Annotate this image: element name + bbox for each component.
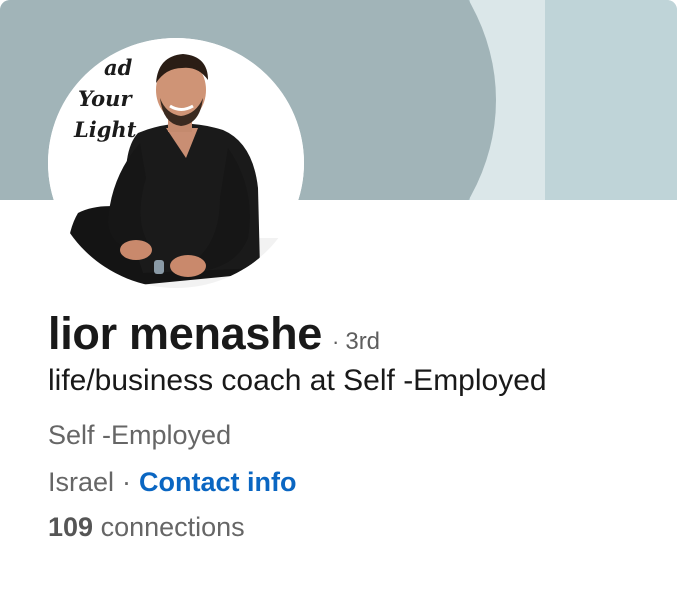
profile-location: Israel <box>48 467 115 497</box>
photo-caption: ad Your Light <box>74 52 136 145</box>
profile-card: ad Your Light lior menashe · 3rd life/bu… <box>0 0 677 589</box>
degree-separator: · <box>332 329 340 354</box>
location-row: Israel · Contact info <box>48 467 668 498</box>
photo-caption-line: ad <box>104 55 133 80</box>
photo-caption-line: Your <box>78 86 132 111</box>
profile-name: lior menashe <box>48 308 323 359</box>
profile-info: lior menashe · 3rd life/business coach a… <box>48 308 668 543</box>
photo-caption-line: Light <box>74 117 137 142</box>
connections-count: 109 <box>48 512 94 542</box>
connection-degree: 3rd <box>345 328 381 355</box>
contact-info-link[interactable]: Contact info <box>139 467 296 497</box>
connections-label: connections <box>100 512 245 542</box>
name-row: lior menashe · 3rd <box>48 308 668 360</box>
location-separator: · <box>122 467 132 497</box>
current-company: Self -Employed <box>48 420 232 450</box>
connections-summary[interactable]: 109 connections <box>48 512 668 543</box>
profile-photo[interactable]: ad Your Light <box>48 38 304 288</box>
banner-stripe-mid <box>545 0 677 200</box>
profile-headline: life/business coach at Self -Employed <box>48 364 547 397</box>
